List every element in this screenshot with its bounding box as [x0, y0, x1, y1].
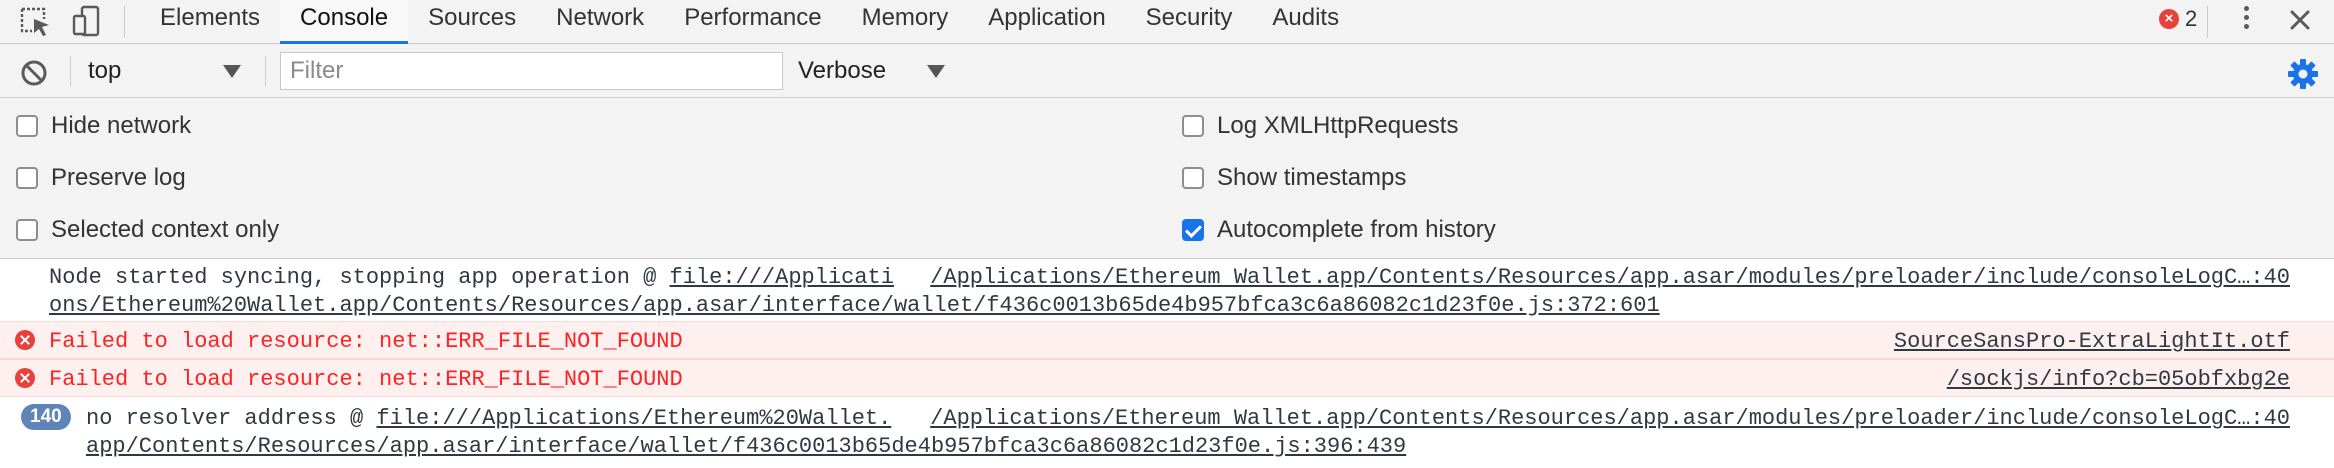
preserve-log-checkbox[interactable]	[16, 167, 38, 189]
console-message: 140 no resolver address @ file:///Applic…	[0, 397, 2334, 468]
log-xhr-label: Log XMLHttpRequests	[1217, 112, 1459, 139]
autocomplete-setting[interactable]: Autocomplete from history	[1182, 210, 1496, 250]
show-timestamps-label: Show timestamps	[1217, 164, 1407, 191]
message-source-link[interactable]: SourceSansPro-ExtraLightIt.otf	[1894, 329, 2290, 354]
tab-audits[interactable]: Audits	[1252, 0, 1359, 44]
log-level-selector[interactable]: Verbose	[798, 52, 958, 90]
filterbar-divider	[70, 56, 71, 86]
settings-gear-icon[interactable]	[2287, 58, 2319, 90]
console-error-message: Failed to load resource: net::ERR_FILE_N…	[0, 321, 2334, 359]
devtools-tabbar: Elements Console Sources Network Perform…	[0, 0, 2334, 44]
message-text: Node started syncing, stopping app opera…	[49, 265, 670, 290]
toolbar-divider	[124, 6, 125, 38]
selected-context-label: Selected context only	[51, 216, 280, 243]
repeat-count-badge: 140	[21, 404, 71, 430]
console-message: Node started syncing, stopping app opera…	[0, 259, 2334, 321]
clear-console-icon[interactable]	[18, 57, 50, 89]
filterbar-divider-2	[265, 56, 266, 86]
message-text: Failed to load resource: net::ERR_FILE_N…	[49, 367, 683, 392]
message-text: no resolver address @	[86, 406, 377, 431]
error-counter[interactable]: × 2	[2159, 2, 2197, 36]
device-toolbar-icon[interactable]	[70, 5, 106, 39]
show-timestamps-checkbox[interactable]	[1182, 167, 1204, 189]
close-icon[interactable]	[2284, 4, 2316, 36]
console-filterbar: top Verbose	[0, 44, 2334, 98]
log-level-value: Verbose	[798, 57, 887, 84]
message-link[interactable]: file:///Applicati	[670, 265, 894, 290]
more-options-icon[interactable]	[2236, 2, 2256, 36]
tab-network[interactable]: Network	[536, 0, 664, 44]
hide-network-checkbox[interactable]	[16, 115, 38, 137]
selected-context-checkbox[interactable]	[16, 219, 38, 241]
inspect-element-icon[interactable]	[18, 5, 54, 39]
context-value: top	[88, 57, 122, 84]
tab-sources[interactable]: Sources	[408, 0, 536, 44]
console-error-message: Failed to load resource: net::ERR_FILE_N…	[0, 359, 2334, 397]
dropdown-caret-icon	[223, 65, 241, 78]
log-xhr-checkbox[interactable]	[1182, 115, 1204, 137]
autocomplete-label: Autocomplete from history	[1217, 216, 1496, 243]
message-link-continued[interactable]: ons/Ethereum%20Wallet.app/Contents/Resou…	[49, 293, 1660, 318]
console-settings-pane: Hide network Preserve log Selected conte…	[0, 98, 2334, 259]
error-count: 2	[2185, 6, 2198, 31]
dropdown-caret-icon	[927, 65, 945, 78]
tab-elements[interactable]: Elements	[140, 0, 280, 44]
message-source-link[interactable]: /Applications/Ethereum Wallet.app/Conten…	[930, 406, 2290, 431]
hide-network-label: Hide network	[51, 112, 192, 139]
toolbar-divider-right	[2207, 6, 2208, 38]
context-selector[interactable]: top	[88, 52, 248, 90]
error-icon	[15, 330, 35, 350]
tab-performance[interactable]: Performance	[664, 0, 841, 44]
preserve-log-label: Preserve log	[51, 164, 186, 191]
selected-context-setting[interactable]: Selected context only	[16, 210, 279, 250]
filter-input[interactable]	[280, 52, 783, 90]
tab-security[interactable]: Security	[1126, 0, 1253, 44]
tab-application[interactable]: Application	[968, 0, 1125, 44]
message-source-link[interactable]: /Applications/Ethereum Wallet.app/Conten…	[930, 265, 2290, 290]
message-link[interactable]: file:///Applications/Ethereum%20Wallet.	[376, 406, 891, 431]
message-source-link[interactable]: /sockjs/info?cb=05obfxbg2e	[1947, 367, 2290, 392]
error-icon: ×	[2159, 9, 2179, 29]
message-text: Failed to load resource: net::ERR_FILE_N…	[49, 329, 683, 354]
message-link-continued[interactable]: app/Contents/Resources/app.asar/interfac…	[86, 434, 1406, 459]
console-messages: Node started syncing, stopping app opera…	[0, 259, 2334, 468]
autocomplete-checkbox[interactable]	[1182, 219, 1204, 241]
tab-memory[interactable]: Memory	[842, 0, 969, 44]
tab-console[interactable]: Console	[280, 0, 409, 44]
log-xhr-setting[interactable]: Log XMLHttpRequests	[1182, 106, 1458, 146]
hide-network-setting[interactable]: Hide network	[16, 106, 191, 146]
panel-tabs: Elements Console Sources Network Perform…	[140, 0, 1359, 44]
preserve-log-setting[interactable]: Preserve log	[16, 158, 186, 198]
show-timestamps-setting[interactable]: Show timestamps	[1182, 158, 1406, 198]
error-icon	[15, 368, 35, 388]
